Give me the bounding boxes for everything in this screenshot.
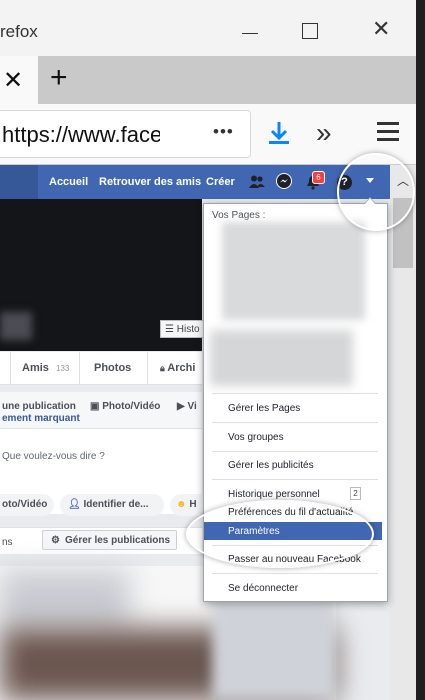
video-icon: ▶ bbox=[177, 401, 188, 412]
annotation-ellipse bbox=[186, 500, 374, 568]
hamburger-menu-icon[interactable] bbox=[377, 122, 399, 142]
download-icon[interactable] bbox=[268, 120, 290, 144]
menu-item-activity-log[interactable]: Historique personnel bbox=[228, 489, 320, 500]
list-icon: ☰ bbox=[165, 324, 177, 335]
menu-separator bbox=[212, 573, 378, 574]
menu-item-log-out[interactable]: Se déconnecter bbox=[228, 583, 298, 594]
nav-home-link[interactable]: Accueil bbox=[49, 176, 88, 188]
camera-icon: ▣ bbox=[90, 401, 103, 412]
your-pages-header: Vos Pages : bbox=[212, 210, 266, 221]
profile-picture-blurred bbox=[0, 312, 32, 340]
photo-video-label: Photo/Vidéo bbox=[102, 401, 161, 412]
tag-friends-icon: 👤︎ bbox=[68, 499, 84, 510]
menu-item-groups[interactable]: Vos groupes bbox=[228, 432, 284, 443]
url-text[interactable]: https://www.faceb bbox=[2, 122, 160, 148]
tab-separator bbox=[79, 352, 80, 384]
page-actions-icon[interactable]: ••• bbox=[213, 122, 234, 142]
menu-separator bbox=[212, 451, 378, 452]
window-title: refox bbox=[0, 22, 38, 41]
minimize-button[interactable] bbox=[242, 24, 260, 42]
friend-requests-icon[interactable] bbox=[249, 175, 265, 188]
tag-friends-label: Identifier de... bbox=[83, 499, 149, 510]
tab-separator bbox=[147, 352, 148, 384]
settings-sliders-icon: ⚙ bbox=[51, 535, 60, 546]
nav-find-friends-link[interactable]: Retrouver des amis bbox=[99, 176, 201, 188]
activity-log-count: 2 bbox=[350, 487, 361, 500]
menu-item-manage-ads[interactable]: Gérer les publicités bbox=[228, 460, 314, 471]
nav-create-link[interactable]: Créer bbox=[206, 176, 235, 188]
annotation-circle bbox=[337, 153, 415, 231]
history-button-label: Histo bbox=[176, 324, 200, 335]
menu-separator bbox=[212, 479, 378, 480]
photo-video-pill[interactable]: oto/Vidéo bbox=[0, 494, 54, 516]
menu-separator bbox=[212, 422, 378, 423]
menu-separator bbox=[212, 393, 378, 394]
history-button[interactable]: ☰ Histo bbox=[160, 320, 208, 338]
smiley-icon: ☻ bbox=[176, 499, 190, 510]
tab-archive-label: Archi bbox=[167, 362, 196, 374]
search-area[interactable] bbox=[0, 165, 38, 199]
browser-window: refox ✕ ✕ + https://www.faceb ••• » Accu… bbox=[0, 0, 425, 700]
messenger-icon[interactable] bbox=[276, 173, 292, 189]
blurred-post bbox=[0, 570, 130, 630]
manage-posts-button[interactable]: ⚙ Gérer les publications bbox=[42, 530, 177, 550]
tab-separator bbox=[10, 352, 11, 384]
create-post-tab[interactable]: une publication bbox=[2, 401, 76, 412]
page-shortcut-blurred[interactable] bbox=[222, 222, 365, 320]
life-event-tab[interactable]: ement marquant bbox=[2, 413, 80, 424]
posts-bar-label: ns bbox=[2, 537, 13, 548]
feeling-label: H bbox=[189, 499, 197, 510]
tag-friends-pill[interactable]: 👤︎ Identifier de... bbox=[60, 494, 164, 516]
blurred-sidebar-content bbox=[212, 600, 337, 700]
close-window-button[interactable]: ✕ bbox=[372, 18, 392, 40]
composer-input[interactable]: Que voulez-vous dire ? bbox=[2, 451, 105, 462]
video-tab-label: Vi bbox=[187, 401, 197, 412]
tab-archive[interactable]: 🔒︎ Archi bbox=[160, 362, 195, 374]
window-edge bbox=[416, 0, 425, 700]
tab-friends[interactable]: Amis bbox=[22, 362, 49, 374]
menu-item-manage-pages[interactable]: Gérer les Pages bbox=[228, 403, 300, 414]
overflow-menu-icon[interactable]: » bbox=[316, 117, 332, 149]
page-shortcut-blurred[interactable] bbox=[210, 330, 353, 386]
notification-count-badge: 6 bbox=[312, 171, 325, 184]
photo-video-tab[interactable]: ▣ Photo/Vidéo bbox=[90, 401, 160, 412]
video-tab[interactable]: ▶ Vi bbox=[177, 401, 197, 412]
manage-posts-label: Gérer les publications bbox=[65, 535, 171, 546]
friends-count: 133 bbox=[56, 364, 70, 373]
title-bar bbox=[0, 0, 416, 62]
close-tab-icon[interactable]: ✕ bbox=[3, 66, 23, 95]
tab-photos[interactable]: Photos bbox=[94, 362, 131, 374]
new-tab-button[interactable]: + bbox=[50, 61, 68, 95]
maximize-button[interactable] bbox=[302, 23, 318, 39]
